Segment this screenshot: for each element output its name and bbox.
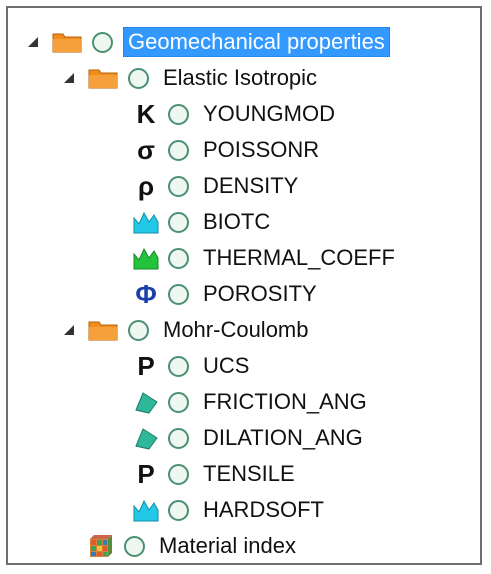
- status-circle-icon[interactable]: [168, 103, 189, 125]
- status-circle-icon[interactable]: [168, 247, 189, 269]
- phi-symbol-icon: Φ: [135, 278, 157, 309]
- node-label[interactable]: Elastic Isotropic: [159, 64, 321, 92]
- tree-leaf-thermal-coeff[interactable]: THERMAL_COEFF: [132, 242, 399, 274]
- property-tree-panel: Geomechanical properties Elastic Isotrop…: [6, 6, 482, 565]
- rho-symbol-icon: ρ: [137, 170, 155, 201]
- material-grid-icon: [88, 533, 114, 559]
- sigma-symbol-icon: σ: [137, 134, 155, 165]
- node-label[interactable]: HARDSOFT: [199, 496, 328, 524]
- angle-wedge-icon: [132, 425, 160, 451]
- tree-node-material-index[interactable]: Material index: [88, 530, 300, 562]
- tree-leaf-hardsoft[interactable]: HARDSOFT: [132, 494, 328, 526]
- node-label[interactable]: Mohr-Coulomb: [159, 316, 313, 344]
- folder-icon: [52, 31, 82, 53]
- status-circle-icon[interactable]: [168, 211, 189, 233]
- status-circle-icon[interactable]: [124, 535, 145, 557]
- tree-node-geomechanical-properties[interactable]: Geomechanical properties: [26, 26, 390, 58]
- node-label[interactable]: POROSITY: [199, 280, 321, 308]
- tree-node-mohr-coulomb[interactable]: Mohr-Coulomb: [62, 314, 313, 346]
- kappa-symbol-icon: K: [136, 98, 156, 129]
- node-label[interactable]: BIOTC: [199, 208, 274, 236]
- tree-leaf-ucs[interactable]: P UCS: [132, 350, 253, 382]
- node-label[interactable]: DENSITY: [199, 172, 302, 200]
- expander-expanded-icon[interactable]: [62, 71, 76, 85]
- tree-leaf-youngmod[interactable]: K YOUNGMOD: [132, 98, 339, 130]
- status-circle-icon[interactable]: [168, 139, 189, 161]
- tree-leaf-poissonr[interactable]: σ POISSONR: [132, 134, 323, 166]
- status-circle-icon[interactable]: [128, 319, 149, 341]
- tree-leaf-dilation-ang[interactable]: DILATION_ANG: [132, 422, 367, 454]
- expander-expanded-icon[interactable]: [62, 323, 76, 337]
- tree-leaf-porosity[interactable]: Φ POROSITY: [132, 278, 321, 310]
- tree-leaf-friction-ang[interactable]: FRICTION_ANG: [132, 386, 371, 418]
- status-circle-icon[interactable]: [168, 499, 189, 521]
- status-circle-icon[interactable]: [92, 31, 113, 53]
- tree-leaf-density[interactable]: ρ DENSITY: [132, 170, 302, 202]
- node-label[interactable]: POISSONR: [199, 136, 323, 164]
- folder-icon: [88, 319, 118, 341]
- status-circle-icon[interactable]: [168, 463, 189, 485]
- expander-expanded-icon[interactable]: [26, 35, 40, 49]
- p-symbol-icon: P: [137, 350, 155, 381]
- node-label[interactable]: UCS: [199, 352, 253, 380]
- status-circle-icon[interactable]: [168, 355, 189, 377]
- node-label[interactable]: TENSILE: [199, 460, 299, 488]
- status-circle-icon[interactable]: [168, 391, 189, 413]
- node-label[interactable]: FRICTION_ANG: [199, 388, 371, 416]
- status-circle-icon[interactable]: [168, 427, 189, 449]
- folder-icon: [88, 67, 118, 89]
- status-circle-icon[interactable]: [168, 283, 189, 305]
- node-label[interactable]: DILATION_ANG: [199, 424, 367, 452]
- cyan-spike-icon: [132, 209, 160, 235]
- tree-leaf-tensile[interactable]: P TENSILE: [132, 458, 299, 490]
- cyan-spike-icon: [132, 497, 160, 523]
- node-label[interactable]: Material index: [155, 532, 300, 560]
- green-spike-icon: [132, 245, 160, 271]
- node-label[interactable]: Geomechanical properties: [123, 27, 390, 57]
- node-label[interactable]: THERMAL_COEFF: [199, 244, 399, 272]
- angle-wedge-icon: [132, 389, 160, 415]
- node-label[interactable]: YOUNGMOD: [199, 100, 339, 128]
- status-circle-icon[interactable]: [128, 67, 149, 89]
- tree-leaf-biotc[interactable]: BIOTC: [132, 206, 274, 238]
- p-symbol-icon: P: [137, 458, 155, 489]
- status-circle-icon[interactable]: [168, 175, 189, 197]
- tree-node-elastic-isotropic[interactable]: Elastic Isotropic: [62, 62, 321, 94]
